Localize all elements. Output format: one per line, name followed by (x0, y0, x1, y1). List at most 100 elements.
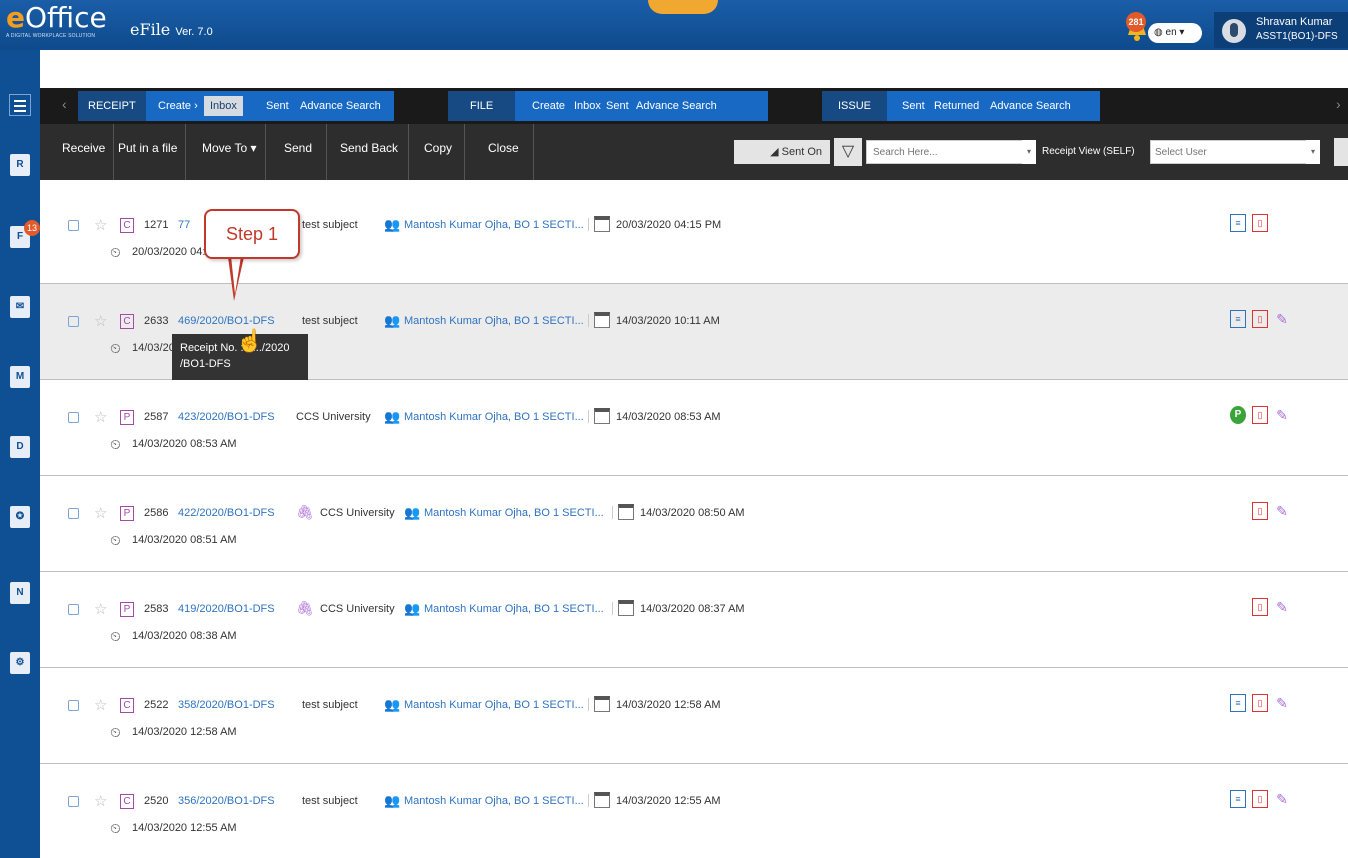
user-dropdown-caret-icon[interactable]: ▾ (1306, 140, 1320, 164)
attachment-icon[interactable]: ✎ (1274, 790, 1290, 808)
menu-icon[interactable] (9, 94, 31, 116)
star-icon[interactable]: ☆ (94, 504, 107, 522)
pdf-icon[interactable]: ▯ (1252, 598, 1268, 616)
sender-link[interactable]: Mantosh Kumar Ojha, BO 1 SECTI... (404, 795, 584, 807)
row-checkbox[interactable] (68, 604, 79, 615)
pdf-icon[interactable]: ▯ (1252, 310, 1268, 328)
sidebar-item-star[interactable]: ✪ (0, 498, 40, 558)
receipt-number-link[interactable]: 358/2020/BO1-DFS (178, 699, 275, 711)
note-icon[interactable]: ≡ (1230, 694, 1246, 712)
attachment-icon[interactable]: ✎ (1274, 502, 1290, 520)
receipt-create-link[interactable]: Create › (158, 91, 198, 121)
note-icon[interactable]: ≡ (1230, 310, 1246, 328)
sender-icon: 👥 (384, 697, 401, 712)
star-icon[interactable]: ☆ (94, 792, 107, 810)
attachment-icon[interactable]: ✎ (1274, 406, 1290, 424)
paperclip-icon[interactable]: 🖇 (296, 600, 314, 617)
sidebar-item-receipt[interactable]: R (0, 146, 40, 206)
note-icon[interactable]: ≡ (1230, 214, 1246, 232)
star-icon[interactable]: ☆ (94, 216, 107, 234)
sidebar-item-m[interactable]: M (0, 358, 40, 418)
receipt-sent-link[interactable]: Sent (266, 91, 289, 121)
put-in-file-button[interactable]: Put in a file (110, 124, 187, 180)
attachment-icon[interactable]: ✎ (1274, 598, 1290, 616)
avatar[interactable] (1222, 19, 1246, 43)
table-row[interactable]: ☆ P 2587 423/2020/BO1-DFS CCS University… (40, 380, 1348, 476)
issue-returned-link[interactable]: Returned (934, 91, 979, 121)
move-to-button[interactable]: Move To ▾ (194, 124, 266, 180)
row-checkbox[interactable] (68, 412, 79, 423)
receipt-number-link[interactable]: 77 (178, 219, 190, 231)
sidebar-item-file[interactable]: F 13 (0, 218, 40, 278)
calendar-icon (594, 312, 610, 328)
copy-button[interactable]: Copy (412, 124, 466, 180)
sender-link[interactable]: Mantosh Kumar Ojha, BO 1 SECTI... (424, 603, 604, 615)
close-button[interactable]: Close (474, 124, 534, 180)
nav-scroll-left-icon[interactable]: ‹ (62, 96, 67, 112)
sender-link[interactable]: Mantosh Kumar Ojha, BO 1 SECTI... (404, 219, 584, 231)
eoffice-logo[interactable]: eOffice A DIGITAL WORKPLACE SOLUTION (6, 4, 128, 46)
file-sent-link[interactable]: Sent (606, 91, 629, 121)
star-icon[interactable]: ☆ (94, 696, 107, 714)
pdf-icon[interactable]: ▯ (1252, 406, 1268, 424)
receipt-number-link[interactable]: 469/2020/BO1-DFS (178, 315, 275, 327)
receipt-number-link[interactable]: 422/2020/BO1-DFS (178, 507, 275, 519)
send-back-button[interactable]: Send Back (330, 124, 410, 180)
file-advance-search-link[interactable]: Advance Search (636, 91, 717, 121)
issue-advance-search-link[interactable]: Advance Search (990, 91, 1071, 121)
sidebar-item-notice[interactable]: N (0, 574, 40, 634)
sent-on-sort-button[interactable]: ◢ Sent On (734, 140, 830, 164)
table-row[interactable]: ☆ C 2522 358/2020/BO1-DFS test subject 👥… (40, 668, 1348, 764)
language-selector[interactable]: ◍ en ▾ (1148, 23, 1202, 43)
receipt-advance-search-link[interactable]: Advance Search (300, 91, 381, 121)
created-date: 14/03/2020 12:55 AM (132, 822, 237, 834)
sender-link[interactable]: Mantosh Kumar Ojha, BO 1 SECTI... (404, 699, 584, 711)
pdf-icon[interactable]: ▯ (1252, 694, 1268, 712)
row-checkbox[interactable] (68, 508, 79, 519)
sender-icon: 👥 (384, 217, 401, 232)
star-icon[interactable]: ☆ (94, 312, 107, 330)
sidebar-item-dak[interactable]: ✉ (0, 288, 40, 348)
star-icon[interactable]: ☆ (94, 408, 107, 426)
print-icon[interactable] (1334, 138, 1348, 166)
row-checkbox[interactable] (68, 316, 79, 327)
attachment-icon[interactable]: ✎ (1274, 694, 1290, 712)
pdf-icon[interactable]: ▯ (1252, 214, 1268, 232)
receive-button[interactable]: Receive (54, 124, 115, 180)
sender-link[interactable]: Mantosh Kumar Ojha, BO 1 SECTI... (404, 315, 584, 327)
filter-icon[interactable]: ▽ (834, 138, 862, 166)
note-icon[interactable]: ≡ (1230, 790, 1246, 808)
send-button[interactable]: Send (270, 124, 328, 180)
p-status-icon[interactable]: P (1230, 406, 1246, 424)
row-checkbox[interactable] (68, 796, 79, 807)
sidebar-item-dsc[interactable]: D (0, 428, 40, 488)
receipt-subject: CCS University (320, 507, 395, 519)
nav-scroll-right-icon[interactable]: › (1336, 96, 1341, 112)
paperclip-icon[interactable]: 🖇 (296, 504, 314, 521)
receipt-number-link[interactable]: 356/2020/BO1-DFS (178, 795, 275, 807)
issue-sent-link[interactable]: Sent (902, 91, 925, 121)
receipt-inbox-link[interactable]: Inbox (204, 96, 243, 116)
pdf-icon[interactable]: ▯ (1252, 790, 1268, 808)
search-dropdown-caret-icon[interactable]: ▾ (1022, 140, 1036, 164)
sender-link[interactable]: Mantosh Kumar Ojha, BO 1 SECTI... (404, 411, 584, 423)
receipt-number-link[interactable]: 423/2020/BO1-DFS (178, 411, 275, 423)
file-create-link[interactable]: Create (532, 91, 565, 121)
file-nav-label: FILE (448, 91, 516, 121)
file-inbox-link[interactable]: Inbox (574, 91, 601, 121)
star-icon[interactable]: ☆ (94, 600, 107, 618)
table-row[interactable]: ☆ P 2583 419/2020/BO1-DFS 🖇 CCS Universi… (40, 572, 1348, 668)
top-pull-tab[interactable] (648, 0, 718, 14)
select-user-input[interactable] (1150, 140, 1310, 164)
row-checkbox[interactable] (68, 700, 79, 711)
row-checkbox[interactable] (68, 220, 79, 231)
sender-link[interactable]: Mantosh Kumar Ojha, BO 1 SECTI... (424, 507, 604, 519)
sidebar-item-settings[interactable]: ⚙ (0, 644, 40, 704)
receipt-number-link[interactable]: 419/2020/BO1-DFS (178, 603, 275, 615)
search-input[interactable] (866, 140, 1026, 164)
attachment-icon[interactable]: ✎ (1274, 310, 1290, 328)
pdf-icon[interactable]: ▯ (1252, 502, 1268, 520)
receipt-id: 2633 (144, 315, 169, 327)
table-row[interactable]: ☆ P 2586 422/2020/BO1-DFS 🖇 CCS Universi… (40, 476, 1348, 572)
table-row[interactable]: ☆ C 2520 356/2020/BO1-DFS test subject 👥… (40, 764, 1348, 858)
